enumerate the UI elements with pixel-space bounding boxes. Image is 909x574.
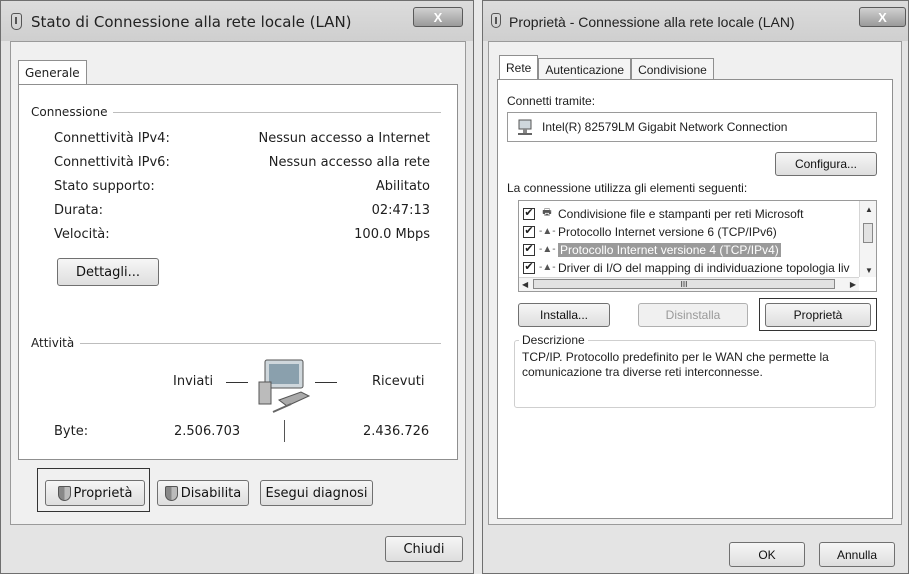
description-group-label: Descrizione bbox=[519, 333, 588, 347]
duration-row: Durata: 02:47:13 bbox=[54, 200, 430, 220]
ok-button[interactable]: OK bbox=[729, 542, 805, 567]
speed-value: 100.0 Mbps bbox=[354, 226, 430, 242]
connection-status-window: Stato di Connessione alla rete locale (L… bbox=[0, 0, 474, 574]
bytes-sent-value: 2.506.703 bbox=[174, 424, 241, 439]
details-button[interactable]: Dettagli... bbox=[57, 258, 159, 286]
horizontal-scrollbar[interactable]: ◀ III ▶ bbox=[519, 277, 859, 291]
duration-value: 02:47:13 bbox=[371, 202, 430, 218]
close-button[interactable]: Chiudi bbox=[385, 536, 463, 562]
list-item[interactable]: ✔ -▲- Protocollo Internet versione 6 (TC… bbox=[523, 223, 777, 240]
dialog-client-area: Generale Connessione Connettività IPv4: … bbox=[10, 41, 466, 525]
vertical-scrollbar[interactable]: ▲ ▼ bbox=[859, 201, 876, 277]
network-adapter-icon bbox=[11, 13, 22, 30]
tab-strip: Generale bbox=[18, 60, 87, 85]
checkbox[interactable]: ✔ bbox=[523, 225, 535, 238]
horizontal-scroll-thumb[interactable]: III bbox=[533, 279, 835, 289]
uninstall-button: Disinstalla bbox=[638, 303, 748, 327]
uac-shield-icon bbox=[164, 485, 178, 501]
bytes-label: Byte: bbox=[54, 424, 89, 439]
list-item[interactable]: ✔ 🖶 Condivisione file e stampanti per re… bbox=[523, 205, 803, 222]
speed-label: Velocità: bbox=[54, 226, 110, 242]
close-icon: X bbox=[878, 9, 887, 25]
ipv4-label: Connettività IPv4: bbox=[54, 130, 170, 146]
ipv4-row: Connettività IPv4: Nessun accesso a Inte… bbox=[54, 128, 430, 148]
list-item[interactable]: ✔ -▲- Protocollo Internet versione 4 (TC… bbox=[523, 241, 781, 258]
ipv6-row: Connettività IPv6: Nessun accesso alla r… bbox=[54, 152, 430, 172]
group-divider bbox=[80, 342, 441, 344]
adapter-name: Intel(R) 82579LM Gigabit Network Connect… bbox=[542, 120, 788, 134]
properties-button[interactable]: Proprietà bbox=[765, 303, 871, 327]
activity-group: Attività bbox=[31, 336, 441, 350]
title-bar[interactable]: Stato di Connessione alla rete locale (L… bbox=[1, 1, 473, 41]
window-title: Stato di Connessione alla rete locale (L… bbox=[31, 13, 352, 31]
dialog-client-area: Rete Autenticazione Condivisione Connett… bbox=[488, 41, 902, 525]
list-item[interactable]: ✔ -▲- Driver di I/O del mapping di indiv… bbox=[523, 259, 859, 276]
received-label: Ricevuti bbox=[372, 374, 425, 389]
configure-button[interactable]: Configura... bbox=[775, 152, 877, 176]
network-adapter-icon bbox=[491, 13, 501, 28]
protocol-icon: -▲- bbox=[539, 262, 556, 273]
printer-share-icon: 🖶 bbox=[542, 207, 552, 218]
uac-shield-icon bbox=[57, 485, 71, 501]
properties-button-label: Proprietà bbox=[73, 485, 133, 501]
disable-button-label: Disabilita bbox=[180, 485, 242, 501]
ipv6-label: Connettività IPv6: bbox=[54, 154, 170, 170]
list-item-label: Protocollo Internet versione 6 (TCP/IPv6… bbox=[558, 224, 777, 239]
group-divider bbox=[113, 111, 441, 113]
list-item-label: Protocollo Internet versione 4 (TCP/IPv4… bbox=[558, 242, 781, 257]
sent-label: Inviati bbox=[173, 374, 214, 389]
tab-strip: Rete Autenticazione Condivisione bbox=[499, 55, 714, 80]
scroll-thumb[interactable] bbox=[863, 223, 873, 243]
close-window-button[interactable]: X bbox=[859, 7, 906, 27]
received-line bbox=[315, 382, 337, 383]
media-state-value: Abilitato bbox=[375, 178, 430, 194]
install-button[interactable]: Installa... bbox=[518, 303, 610, 327]
speed-row: Velocità: 100.0 Mbps bbox=[54, 224, 430, 244]
protocol-icon: -▲- bbox=[539, 244, 556, 255]
list-item-label: Condivisione file e stampanti per reti M… bbox=[558, 206, 804, 221]
activity-group-label: Attività bbox=[31, 336, 75, 350]
network-computer-icon bbox=[258, 359, 311, 413]
checkbox[interactable]: ✔ bbox=[523, 243, 535, 256]
scroll-right-icon[interactable]: ▶ bbox=[850, 280, 856, 289]
bytes-divider bbox=[284, 420, 285, 442]
media-state-row: Stato supporto: Abilitato bbox=[54, 176, 430, 196]
connection-group-label: Connessione bbox=[31, 105, 108, 119]
connection-properties-window: Proprietà - Connessione alla rete locale… bbox=[482, 0, 909, 574]
duration-label: Durata: bbox=[54, 202, 104, 218]
adapter-box: Intel(R) 82579LM Gigabit Network Connect… bbox=[507, 112, 877, 142]
tab-network[interactable]: Rete bbox=[499, 55, 539, 80]
title-bar[interactable]: Proprietà - Connessione alla rete locale… bbox=[483, 1, 908, 41]
bytes-received-value: 2.436.726 bbox=[363, 424, 430, 439]
items-label: La connessione utilizza gli elementi seg… bbox=[507, 181, 748, 195]
disable-button[interactable]: Disabilita bbox=[157, 480, 249, 506]
tab-general[interactable]: Generale bbox=[18, 60, 87, 85]
protocol-icon: -▲- bbox=[539, 226, 556, 237]
checkbox[interactable]: ✔ bbox=[523, 207, 535, 220]
checkbox[interactable]: ✔ bbox=[523, 261, 535, 274]
list-item-label: Driver di I/O del mapping di individuazi… bbox=[558, 260, 850, 275]
media-state-label: Stato supporto: bbox=[54, 178, 155, 194]
cancel-button[interactable]: Annulla bbox=[819, 542, 895, 567]
close-window-button[interactable]: X bbox=[413, 7, 463, 27]
connect-using-label: Connetti tramite: bbox=[507, 94, 596, 108]
window-title: Proprietà - Connessione alla rete locale… bbox=[509, 14, 795, 30]
connection-group: Connessione bbox=[31, 105, 441, 119]
items-listbox[interactable]: ✔ 🖶 Condivisione file e stampanti per re… bbox=[518, 200, 877, 292]
tab-sharing[interactable]: Condivisione bbox=[631, 58, 714, 80]
properties-button[interactable]: Proprietà bbox=[45, 480, 145, 506]
ipv6-value: Nessun accesso alla rete bbox=[268, 154, 430, 170]
close-icon: X bbox=[433, 9, 443, 25]
scroll-up-icon[interactable]: ▲ bbox=[865, 205, 873, 214]
scroll-down-icon[interactable]: ▼ bbox=[865, 266, 873, 275]
tab-authentication[interactable]: Autenticazione bbox=[538, 58, 632, 80]
description-text: TCP/IP. Protocollo predefinito per le WA… bbox=[522, 350, 829, 379]
scroll-left-icon[interactable]: ◀ bbox=[522, 280, 528, 289]
network-adapter-icon bbox=[518, 119, 532, 135]
diagnose-button[interactable]: Esegui diagnosi bbox=[260, 480, 373, 506]
ipv4-value: Nessun accesso a Internet bbox=[258, 130, 431, 146]
sent-line bbox=[226, 382, 248, 383]
